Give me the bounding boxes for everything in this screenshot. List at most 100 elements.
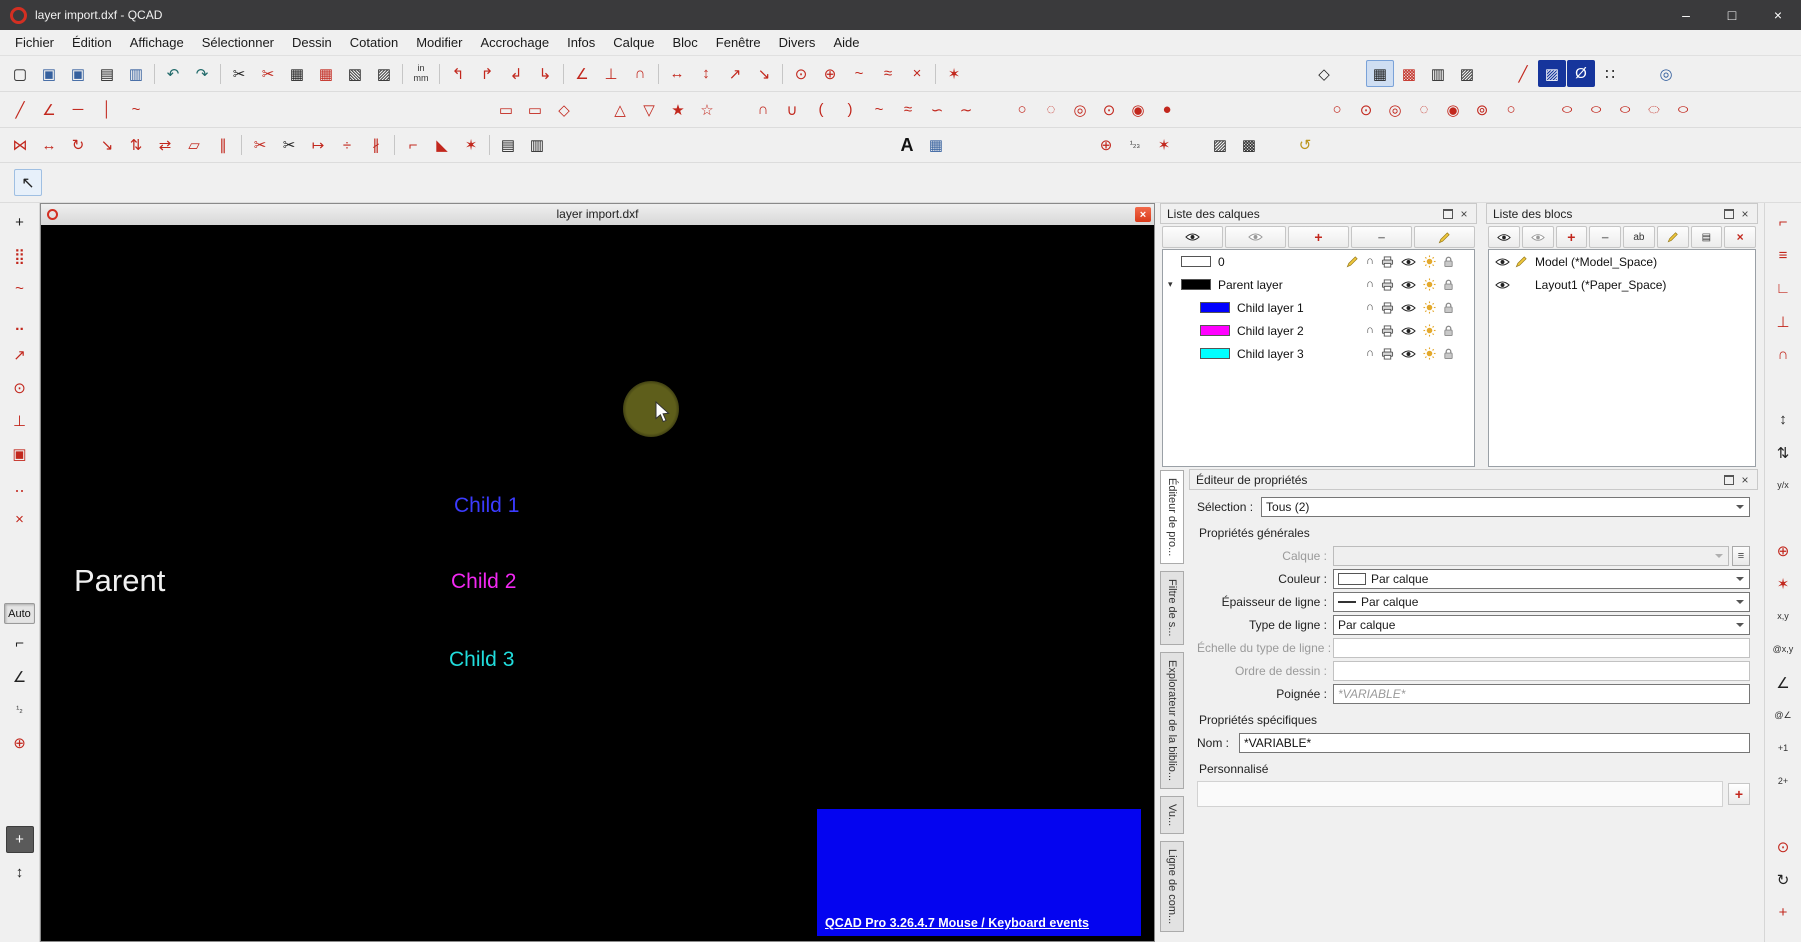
snap-grid[interactable]: ⣿ <box>6 242 34 269</box>
increment-one[interactable]: +1 <box>1769 735 1797 762</box>
arc-3-points[interactable]: ∪ <box>778 96 806 123</box>
separator[interactable] <box>391 133 398 157</box>
coordinate-cartesian[interactable]: ⌐ <box>6 630 34 657</box>
linetype-combobox[interactable]: Par calque <box>1333 614 1750 635</box>
draw-order-raise[interactable]: ↲ <box>502 60 530 87</box>
rotate-view-tool[interactable]: ↻ <box>1769 866 1797 893</box>
dual-measure[interactable]: ⇅ <box>1769 439 1797 466</box>
polygon-2-corners[interactable]: ▽ <box>635 96 663 123</box>
reference-star-tool[interactable]: ✶ <box>1769 570 1797 597</box>
printer-icon[interactable] <box>1381 301 1394 314</box>
float-panel-button[interactable] <box>1721 472 1737 488</box>
circle-tangent[interactable]: ● <box>1153 96 1181 123</box>
edit-block-button[interactable] <box>1656 226 1689 248</box>
tree-expand-arrow[interactable]: ▾ <box>1168 279 1181 290</box>
line-vertical[interactable]: │ <box>93 96 121 123</box>
circle-center-radius[interactable]: ⊙ <box>1095 96 1123 123</box>
undo[interactable]: ↶ <box>159 60 187 87</box>
separator[interactable] <box>217 62 224 86</box>
corner-tools[interactable]: ∟ <box>1769 275 1797 302</box>
draw-order-input[interactable] <box>1333 660 1750 681</box>
line-horizontal[interactable]: ─ <box>64 96 92 123</box>
eye-icon[interactable] <box>1401 257 1416 267</box>
line-freehand[interactable]: ~ <box>122 96 150 123</box>
reference-snap-tool[interactable]: ⊕ <box>816 60 844 87</box>
menu-item[interactable]: Affichage <box>121 30 193 56</box>
axis-reference[interactable]: y/x <box>1769 472 1797 499</box>
layer-row[interactable]: ▾ Parent layer ∩ <box>1163 273 1474 296</box>
close-panel-button[interactable]: × <box>1737 472 1753 488</box>
close-button[interactable]: × <box>1755 0 1801 30</box>
snap-intersection[interactable]: × <box>6 506 34 533</box>
magnet-icon[interactable]: ∩ <box>1366 348 1374 359</box>
polygon-side[interactable]: ★ <box>664 96 692 123</box>
diagonal-tool-down[interactable]: ↘ <box>750 60 778 87</box>
lock-icon[interactable] <box>1443 348 1454 360</box>
snap-center[interactable]: ⊙ <box>6 374 34 401</box>
isometric-projection[interactable]: ◇ <box>1310 60 1338 87</box>
sun-icon[interactable] <box>1423 301 1436 314</box>
side-tab[interactable]: Éditeur de pro... <box>1160 470 1184 565</box>
menu-item[interactable]: Accrochage <box>471 30 558 56</box>
perpendicular-tool[interactable]: ⊥ <box>597 60 625 87</box>
eye-icon[interactable] <box>1495 257 1510 267</box>
magnet-icon[interactable]: ∩ <box>1366 325 1374 336</box>
polygon-center-corner[interactable]: △ <box>606 96 634 123</box>
lock-icon[interactable] <box>1443 279 1454 291</box>
modify-trim-both[interactable]: ✂ <box>275 132 303 159</box>
menu-item[interactable]: Dessin <box>283 30 341 56</box>
perpendicular-tools[interactable]: ⊥ <box>1769 308 1797 335</box>
increment-two[interactable]: 2+ <box>1769 768 1797 795</box>
block-row[interactable]: Model (*Model_Space) <box>1489 250 1755 273</box>
copy-with-reference[interactable]: ▦ <box>312 60 340 87</box>
arc-join-tool[interactable]: ∩ <box>626 60 654 87</box>
document-close-button[interactable]: × <box>1135 207 1151 222</box>
side-tab[interactable]: Vu... <box>1160 795 1184 835</box>
relative-polar[interactable]: @∠ <box>1769 702 1797 729</box>
hatch-create[interactable]: ▤ <box>494 132 522 159</box>
circle-2-points[interactable]: ◌ <box>1037 96 1065 123</box>
separator[interactable] <box>932 62 939 86</box>
color-combobox[interactable]: Par calque <box>1333 568 1750 589</box>
close-block-edit-button[interactable]: × <box>1724 226 1756 248</box>
linetype-display-toggle[interactable]: Ø <box>1567 60 1595 87</box>
hide-all-layers-button[interactable] <box>1225 226 1286 248</box>
angle-tool[interactable]: ∠ <box>568 60 596 87</box>
paste-along-entity[interactable]: ▨ <box>370 60 398 87</box>
arc-tangent[interactable]: ~ <box>865 96 893 123</box>
relative-coordinate[interactable]: @x,y <box>1769 636 1797 663</box>
lineweight-combobox[interactable]: Par calque <box>1333 591 1750 612</box>
circle-tools-2[interactable]: ⊙ <box>1352 96 1380 123</box>
hatch-pattern-3[interactable]: ▨ <box>1453 60 1481 87</box>
center-snap-tool[interactable]: ⊙ <box>787 60 815 87</box>
draw-order-lower[interactable]: ↳ <box>531 60 559 87</box>
sun-icon[interactable] <box>1423 324 1436 337</box>
text-tool[interactable]: A <box>893 132 921 159</box>
layer-row[interactable]: Child layer 3 ∩ <box>1163 342 1474 365</box>
side-tab[interactable]: Explorateur de la biblio... <box>1160 651 1184 789</box>
sun-icon[interactable] <box>1423 255 1436 268</box>
linetype-scale-input[interactable] <box>1333 637 1750 658</box>
rectangle-3-points[interactable]: ◇ <box>550 96 578 123</box>
snap-distance[interactable]: ‥ <box>6 473 34 500</box>
absolute-coordinate[interactable]: x,y <box>1769 603 1797 630</box>
layer-row[interactable]: Child layer 1 ∩ <box>1163 296 1474 319</box>
modify-trim[interactable]: ✂ <box>246 132 274 159</box>
arc-2-points-angle[interactable]: ) <box>836 96 864 123</box>
print-preview[interactable]: ▥ <box>122 60 150 87</box>
side-tab[interactable]: Filtre de s... <box>1160 571 1184 645</box>
layer-panel-header[interactable]: Liste des calques × <box>1160 203 1477 224</box>
snap-coordinate[interactable]: ⊕ <box>6 729 34 756</box>
diagonal-tool-up[interactable]: ↗ <box>721 60 749 87</box>
circle-concentric[interactable]: ◉ <box>1124 96 1152 123</box>
polar-angle[interactable]: ∠ <box>1769 669 1797 696</box>
close-panel-button[interactable]: × <box>1456 206 1472 222</box>
point-sequence[interactable]: ¹₂₃ <box>1121 132 1149 159</box>
snap-auto-button[interactable]: Auto <box>4 603 35 624</box>
coordinate-point-tool[interactable]: ⊕ <box>1769 537 1797 564</box>
hatch-pattern[interactable]: ▨ <box>1206 132 1234 159</box>
modify-flip[interactable]: ⇄ <box>151 132 179 159</box>
point-display[interactable]: ∷ <box>1596 60 1624 87</box>
banner-link[interactable]: QCAD Pro 3.26.4.7 Mouse / Keyboard event… <box>825 916 1089 930</box>
pattern-star[interactable]: ✶ <box>1150 132 1178 159</box>
